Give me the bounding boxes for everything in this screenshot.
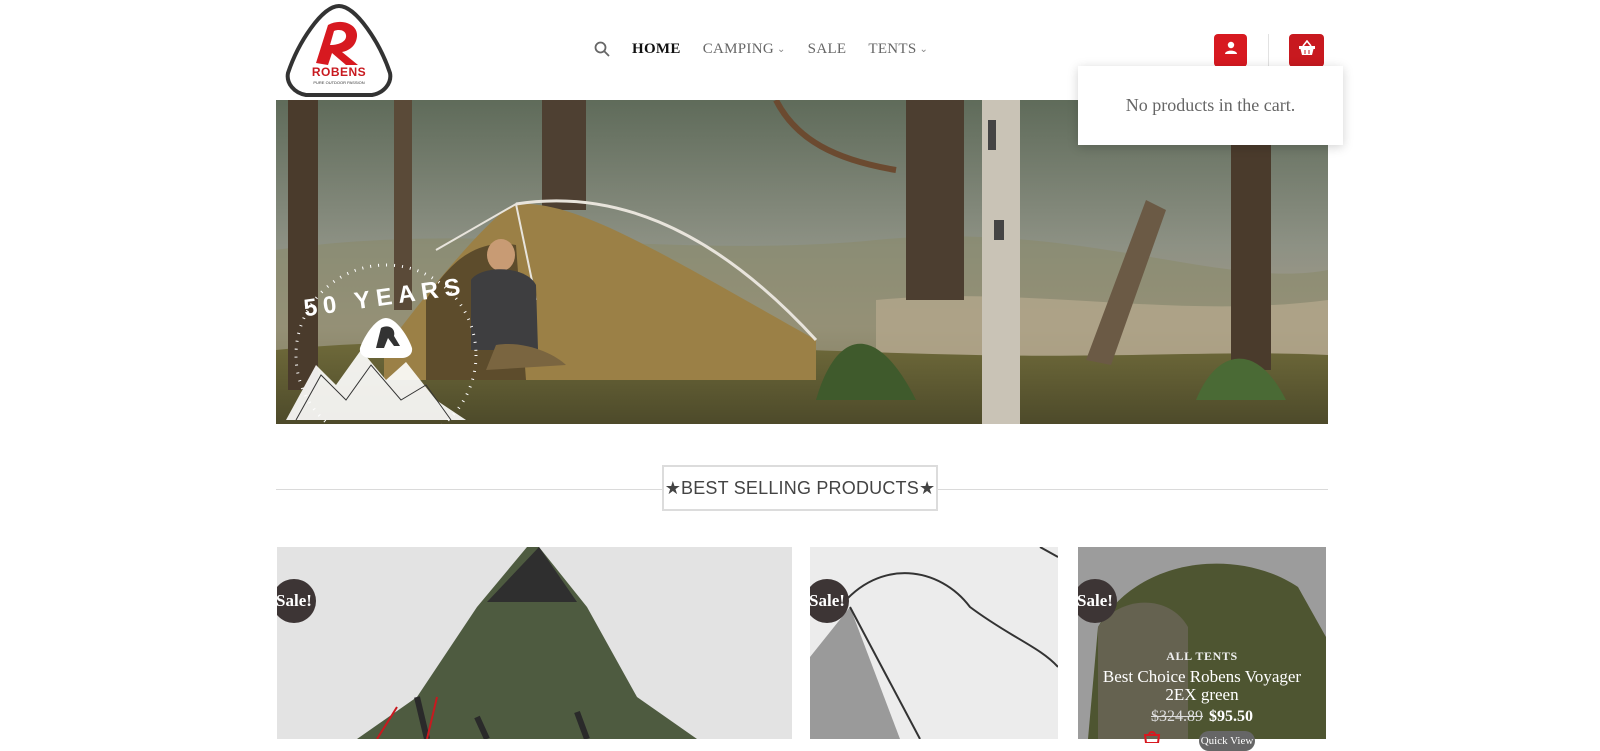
product-card-2[interactable]: Sale! <box>810 547 1058 739</box>
cart-button[interactable] <box>1289 34 1324 67</box>
best-selling-title-text: ★BEST SELLING PRODUCTS★ <box>664 477 936 498</box>
nav-home[interactable]: HOME <box>632 41 681 58</box>
main-nav: HOME CAMPING ⌄ SALE TENTS ⌄ <box>594 36 950 62</box>
nav-tents[interactable]: TENTS ⌄ <box>868 41 928 58</box>
robens-logo[interactable]: ROBENS PURE OUTDOOR PASSION <box>284 3 394 99</box>
product-price: $324.89 $95.50 <box>1078 708 1326 726</box>
product-image-2 <box>810 547 1058 739</box>
nav-camping[interactable]: CAMPING ⌄ <box>703 41 786 58</box>
quick-view-button[interactable]: Quick View <box>1199 731 1255 751</box>
svg-text:PURE OUTDOOR PASSION: PURE OUTDOOR PASSION <box>313 80 364 85</box>
old-price: $324.89 <box>1151 708 1203 725</box>
search-icon[interactable] <box>594 40 612 58</box>
product-category[interactable]: ALL TENTS <box>1078 649 1326 664</box>
product-title[interactable]: Best Choice Robens Voyager 2EX green <box>1078 668 1326 704</box>
logo-wordmark: ROBENS <box>312 65 366 79</box>
cart-dropdown: No products in the cart. <box>1078 66 1343 145</box>
nav-camping-label: CAMPING <box>702 40 774 57</box>
product-image-1 <box>277 547 792 739</box>
nav-sale-label: SALE <box>807 40 847 57</box>
chevron-down-icon: ⌄ <box>919 43 929 55</box>
site-header: ROBENS PURE OUTDOOR PASSION HOME CAMPING… <box>0 0 1600 98</box>
account-button[interactable] <box>1214 34 1247 67</box>
nav-sale[interactable]: SALE <box>808 41 847 58</box>
product-card-3[interactable]: Sale! ALL TENTS Best Choice Robens Voyag… <box>1078 547 1326 739</box>
add-to-cart-icon[interactable] <box>1142 730 1162 744</box>
nav-tents-label: TENTS <box>868 40 917 57</box>
best-selling-title: ★BEST SELLING PRODUCTS★ <box>662 465 938 511</box>
header-divider <box>1268 34 1269 66</box>
hero-banner[interactable]: 50 YEARS <box>276 100 1328 424</box>
chevron-down-icon: ⌄ <box>776 43 786 55</box>
user-icon <box>1224 41 1238 60</box>
basket-icon <box>1298 39 1316 61</box>
sale-price: $95.50 <box>1209 708 1253 725</box>
product-card-1[interactable]: Sale! <box>277 547 792 739</box>
nav-home-label: HOME <box>632 40 681 57</box>
cart-empty-message: No products in the cart. <box>1125 95 1296 115</box>
